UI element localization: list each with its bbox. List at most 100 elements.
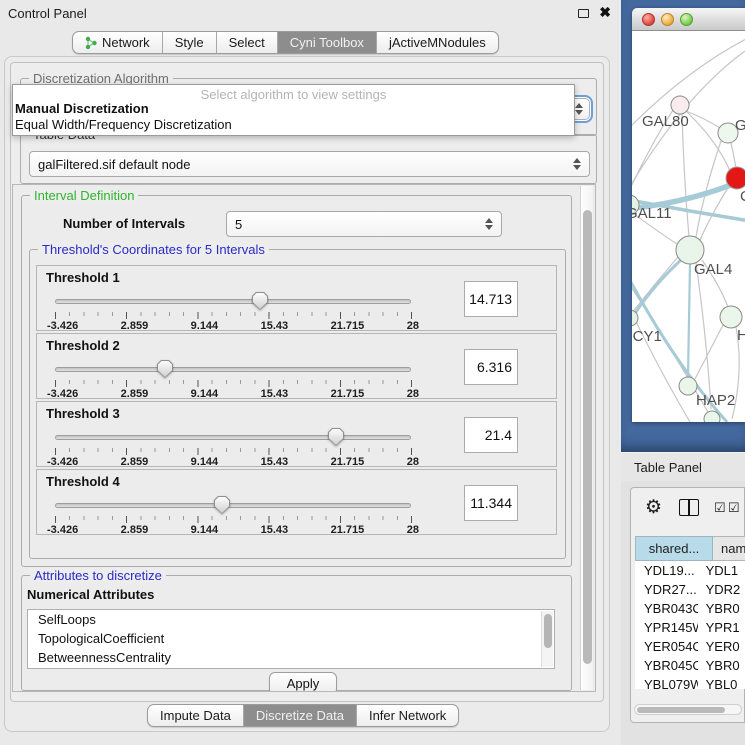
tab-infer-network[interactable]: Infer Network xyxy=(357,705,458,726)
stepper-icon xyxy=(573,158,582,170)
tab-discretize-data[interactable]: Discretize Data xyxy=(244,705,357,726)
panel-title: Control Panel xyxy=(8,6,87,21)
threshold-2-value-field[interactable]: 6.316 xyxy=(464,349,518,385)
node-label: H xyxy=(737,327,745,344)
threshold-4-axis: -3.4262.8599.14415.4321.71528 xyxy=(47,524,419,536)
screen: Control Panel ✖ Network Style Select Cyn… xyxy=(0,0,745,745)
network-window: GAL80 GA C GAL11 GAL4 GCY1 H HAP2 xyxy=(632,8,745,422)
threshold-3-value-field[interactable]: 21.4 xyxy=(464,417,518,453)
table-header: shared... name xyxy=(635,536,745,561)
threshold-3-axis: -3.4262.8599.14415.4321.71528 xyxy=(47,456,419,468)
table-row[interactable]: YBR045CYBR0 xyxy=(635,656,745,675)
tab-style[interactable]: Style xyxy=(163,32,217,53)
attributes-group-title: Attributes to discretize xyxy=(30,568,166,583)
gear-icon[interactable]: ⚙ xyxy=(645,496,662,519)
settings-scroll-area: Interval Definition Number of Intervals … xyxy=(12,184,596,692)
list-scrollbar[interactable] xyxy=(541,611,553,667)
threshold-4-slider[interactable]: -3.4262.8599.14415.4321.71528 xyxy=(55,494,411,534)
close-icon[interactable]: ✖ xyxy=(599,4,611,21)
table-row[interactable]: YDR27...YDR2 xyxy=(635,580,745,599)
list-item[interactable]: TopologicalCoefficient xyxy=(28,629,554,648)
interval-group-title: Interval Definition xyxy=(30,188,138,203)
threshold-3-slider-handle[interactable] xyxy=(328,428,344,446)
list-item[interactable]: BetweennessCentrality xyxy=(28,648,554,667)
table-toolbar: ⚙ ☑ ☑ xyxy=(631,488,744,532)
apply-button[interactable]: Apply xyxy=(269,672,337,692)
stepper-icon xyxy=(485,218,494,230)
threshold-3-label: Threshold 3 xyxy=(46,406,120,421)
settings-scrollbar[interactable] xyxy=(580,186,593,690)
control-panel-titlebar: Control Panel ✖ xyxy=(0,0,621,26)
node-label: GAL11 xyxy=(632,205,672,222)
threshold-3-card: Threshold 3 -3.4262.8599.14415.4321.7152… xyxy=(36,401,557,467)
threshold-4-card: Threshold 4 -3.4262.8599.14415.4321.7152… xyxy=(36,469,557,535)
stepper-icon xyxy=(575,103,584,115)
table-row[interactable]: YER054CYER0 xyxy=(635,637,745,656)
threshold-1-card: Threshold 1 -3.4262.8599.14415.4321.7152… xyxy=(36,265,557,331)
num-intervals-combobox[interactable]: 5 xyxy=(226,211,502,237)
threshold-4-label: Threshold 4 xyxy=(46,474,120,489)
node-bottom[interactable] xyxy=(704,411,720,422)
threshold-1-slider[interactable]: -3.4262.8599.14415.4321.71528 xyxy=(55,290,411,330)
tab-network[interactable]: Network xyxy=(73,32,163,53)
node-gal4[interactable] xyxy=(676,236,704,264)
table-panel-title: Table Panel xyxy=(634,460,702,475)
algorithm-dropdown-popup: Select algorithm to view settings Manual… xyxy=(12,84,575,136)
numerical-attributes-list[interactable]: SelfLoops TopologicalCoefficient Between… xyxy=(27,609,555,669)
split-columns-icon[interactable] xyxy=(679,499,699,516)
threshold-1-label: Threshold 1 xyxy=(46,270,120,285)
table-body: YDL19...YDL1 YDR27...YDR2 YBR043CYBR0 YP… xyxy=(635,561,745,689)
column-header-shared-name[interactable]: shared... xyxy=(635,536,713,561)
threshold-2-slider[interactable]: -3.4262.8599.14415.4321.71528 xyxy=(55,358,411,398)
algorithm-option-manual[interactable]: Manual Discretization xyxy=(15,101,149,116)
node-label: GAL4 xyxy=(694,261,732,278)
tab-impute-data[interactable]: Impute Data xyxy=(148,705,244,726)
table-row[interactable]: YBR043CYBR0 xyxy=(635,599,745,618)
network-graph: GAL80 GA C GAL11 GAL4 GCY1 H HAP2 xyxy=(632,31,745,422)
threshold-2-label: Threshold 2 xyxy=(46,338,120,353)
node-right[interactable] xyxy=(720,306,742,328)
node-label: C xyxy=(740,188,745,205)
network-icon xyxy=(85,36,98,50)
network-canvas[interactable]: GAL80 GA C GAL11 GAL4 GCY1 H HAP2 xyxy=(632,31,745,422)
close-traffic-light-icon[interactable] xyxy=(642,13,655,26)
zoom-traffic-light-icon[interactable] xyxy=(680,13,693,26)
threshold-2-slider-handle[interactable] xyxy=(157,360,173,378)
node-label: GCY1 xyxy=(632,328,662,345)
table-row[interactable]: YDL19...YDL1 xyxy=(635,561,745,580)
threshold-4-slider-handle[interactable] xyxy=(214,496,230,514)
table-horizontal-scrollbar[interactable] xyxy=(634,704,742,715)
threshold-2-card: Threshold 2 -3.4262.8599.14415.4321.7152… xyxy=(36,333,557,399)
node-red-selected[interactable] xyxy=(726,167,745,189)
tab-cyni-toolbox[interactable]: Cyni Toolbox xyxy=(278,32,377,53)
table-data-group: Table Data galFiltered.sif default node xyxy=(20,134,597,184)
tab-jactivemnodules[interactable]: jActiveMNodules xyxy=(377,32,498,53)
threshold-3-slider[interactable]: -3.4262.8599.14415.4321.71528 xyxy=(55,426,411,466)
threshold-1-axis: -3.4262.8599.14415.4321.71528 xyxy=(47,320,419,332)
column-header-name[interactable]: name xyxy=(713,536,745,561)
algorithm-option-equal-width[interactable]: Equal Width/Frequency Discretization xyxy=(15,117,232,132)
table-row[interactable]: YBL079WYBL0 xyxy=(635,675,745,689)
threshold-1-value-field[interactable]: 14.713 xyxy=(464,281,518,317)
threshold-1-slider-handle[interactable] xyxy=(252,292,268,310)
threshold-4-value-field[interactable]: 11.344 xyxy=(464,485,518,521)
list-item[interactable]: SelfLoops xyxy=(28,610,554,629)
checkbox-icon[interactable]: ☑ xyxy=(714,500,726,516)
node-label: GA xyxy=(735,117,745,134)
checkbox-icon[interactable]: ☑ xyxy=(728,500,740,516)
table-data-combobox[interactable]: galFiltered.sif default node xyxy=(29,151,590,177)
table-panel: ⚙ ☑ ☑ shared... name YDL19...YDL1 YDR27.… xyxy=(630,487,745,723)
control-panel: Control Panel ✖ Network Style Select Cyn… xyxy=(0,0,621,745)
minimize-traffic-light-icon[interactable] xyxy=(661,13,674,26)
node-hap2[interactable] xyxy=(679,377,697,395)
table-panel-titlebar: Table Panel xyxy=(621,452,745,481)
node-gal80[interactable] xyxy=(671,96,689,114)
table-row[interactable]: YPR145WYPR1 xyxy=(635,618,745,637)
tab-select[interactable]: Select xyxy=(217,32,278,53)
threshold-2-axis: -3.4262.8599.14415.4321.71528 xyxy=(47,388,419,400)
algorithm-hint: Select algorithm to view settings xyxy=(13,87,574,102)
network-window-titlebar[interactable] xyxy=(632,8,745,31)
node-label: GAL80 xyxy=(642,113,689,130)
bottom-tabbar: Impute Data Discretize Data Infer Networ… xyxy=(147,704,459,727)
float-window-icon[interactable] xyxy=(578,9,589,18)
